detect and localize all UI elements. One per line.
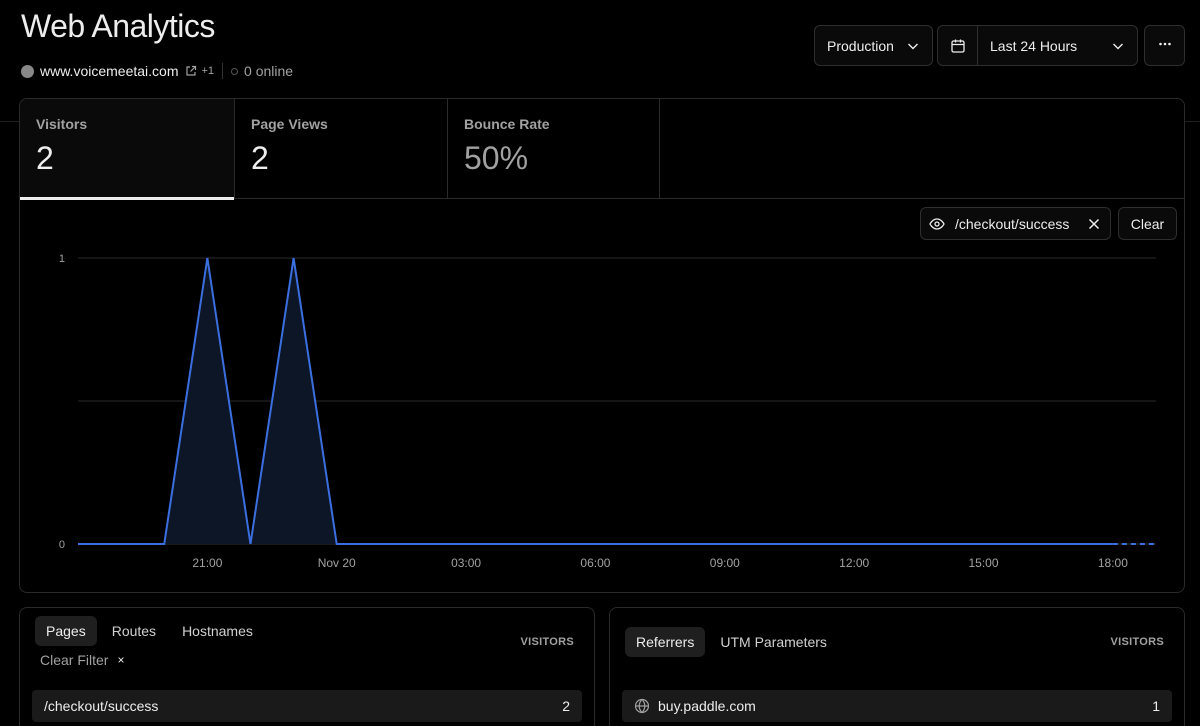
metric-label: Page Views <box>251 116 328 132</box>
x-tick-label: 21:00 <box>192 556 222 570</box>
separator <box>222 63 224 79</box>
site-domain-link[interactable]: www.voicemeetai.com <box>40 63 179 79</box>
metric-value: 50% <box>464 140 529 176</box>
referrers-panel-tabs: Referrers UTM Parameters <box>625 627 838 657</box>
x-tick-label: 03:00 <box>451 556 481 570</box>
more-horizontal-icon <box>1157 36 1173 55</box>
globe-icon <box>634 698 650 714</box>
active-filter-path: /checkout/success <box>955 215 1070 232</box>
active-filter-chip[interactable]: /checkout/success <box>920 207 1111 240</box>
tab-referrers[interactable]: Referrers <box>625 627 706 657</box>
metric-tab-visitors[interactable]: Visitors 2 <box>20 99 235 200</box>
x-tick-label: 09:00 <box>710 556 740 570</box>
more-options-button[interactable] <box>1144 25 1185 66</box>
chevron-down-icon <box>906 39 920 56</box>
table-row[interactable]: buy.paddle.com 1 <box>622 690 1172 722</box>
referrers-panel: Referrers UTM Parameters VISITORS buy.pa… <box>609 607 1185 726</box>
calendar-icon[interactable] <box>938 26 978 65</box>
extra-domains-count[interactable]: +1 <box>202 65 215 77</box>
close-icon: × <box>117 653 125 667</box>
chevron-down-icon <box>1111 39 1125 56</box>
eye-icon <box>929 216 945 232</box>
online-status-dot-icon <box>231 67 239 75</box>
online-count: 0 online <box>244 63 294 79</box>
row-label: /checkout/success <box>44 698 159 714</box>
tab-hostnames[interactable]: Hostnames <box>171 616 264 646</box>
visitors-column-header[interactable]: VISITORS <box>520 636 574 648</box>
pages-panel-tabs: Pages Routes Hostnames <box>35 616 264 646</box>
x-tick-label: 18:00 <box>1098 556 1128 570</box>
clear-filter-link[interactable]: Clear Filter × <box>40 652 124 668</box>
page-title: Web Analytics <box>21 8 215 44</box>
pages-panel: Pages Routes Hostnames VISITORS Clear Fi… <box>19 607 595 726</box>
site-info: www.voicemeetai.com +1 0 online <box>21 62 293 80</box>
visitors-column-header[interactable]: VISITORS <box>1110 636 1164 648</box>
environment-select[interactable]: Production <box>814 25 933 66</box>
row-value: 2 <box>562 698 570 714</box>
metric-label: Visitors <box>36 116 88 132</box>
metric-value: 2 <box>251 140 269 176</box>
row-label-wrap: buy.paddle.com <box>634 698 1152 714</box>
environment-select-label: Production <box>827 37 894 54</box>
tab-utm-parameters[interactable]: UTM Parameters <box>709 627 838 657</box>
clear-filter-label: Clear Filter <box>40 652 109 668</box>
metrics-tabs: Visitors 2 Page Views 2 Bounce Rate 50% <box>20 99 1184 200</box>
metric-label: Bounce Rate <box>464 116 550 132</box>
table-row[interactable]: /checkout/success 2 <box>32 690 582 722</box>
remove-filter-icon[interactable] <box>1086 216 1102 232</box>
date-range-label: Last 24 Hours <box>990 37 1078 54</box>
x-tick-label: Nov 20 <box>318 556 356 570</box>
y-tick-label: 0 <box>59 539 65 551</box>
site-favicon-icon <box>21 64 34 78</box>
x-tick-label: 15:00 <box>969 556 999 570</box>
metric-value: 2 <box>36 140 54 176</box>
metric-tab-page-views[interactable]: Page Views 2 <box>235 99 448 199</box>
x-tick-label: 12:00 <box>839 556 869 570</box>
metric-tab-bounce-rate[interactable]: Bounce Rate 50% <box>448 99 660 199</box>
y-tick-label: 1 <box>59 253 65 265</box>
date-range-select[interactable]: Last 24 Hours <box>937 25 1138 66</box>
analytics-card: 1 0 21:00 Nov 20 03:00 06:00 09:00 12:00 15:00 18… <box>19 98 1185 593</box>
external-link-icon[interactable] <box>185 65 197 77</box>
row-label: buy.paddle.com <box>658 698 756 714</box>
clear-filter-button[interactable]: Clear <box>1118 207 1177 240</box>
tab-routes[interactable]: Routes <box>101 616 167 646</box>
x-tick-label: 06:00 <box>580 556 610 570</box>
row-value: 1 <box>1152 698 1160 714</box>
tab-pages[interactable]: Pages <box>35 616 97 646</box>
